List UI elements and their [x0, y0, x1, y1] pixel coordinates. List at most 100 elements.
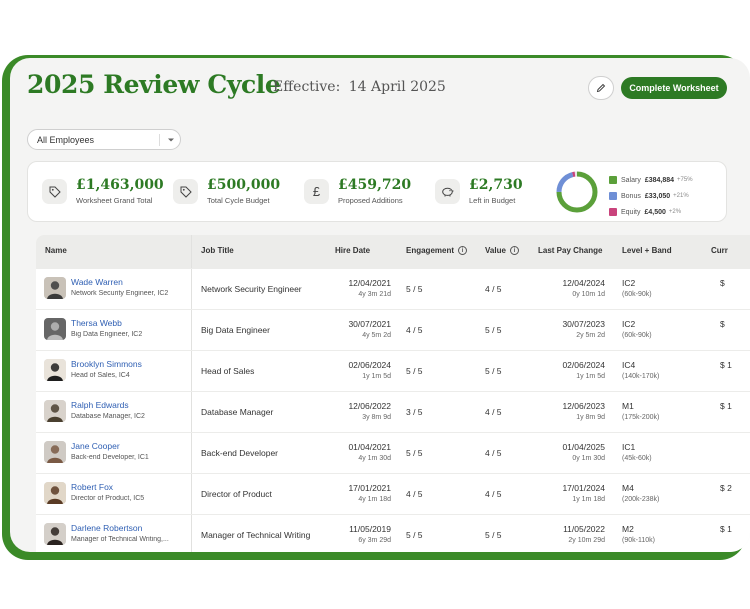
- piggy-bank-icon: [435, 179, 460, 204]
- stat-value: £459,720: [338, 177, 412, 193]
- employee-role: Manager of Technical Writing,...: [71, 536, 169, 543]
- last-pay-change-ago: 1y 8m 9d: [576, 414, 605, 421]
- last-pay-change-ago: 0y 10m 1d: [572, 291, 605, 298]
- stat-proposed-additions: £ £459,720 Proposed Additions: [304, 177, 411, 205]
- employee-name-link[interactable]: Darlene Robertson: [71, 523, 142, 533]
- hire-date: 17/01/2021: [348, 483, 391, 493]
- avatar: [44, 523, 66, 545]
- value-score: 4 / 5: [485, 489, 502, 499]
- pound-icon: £: [304, 179, 329, 204]
- avatar: [44, 482, 66, 504]
- hire-tenure: 3y 8m 9d: [362, 414, 391, 421]
- column-header-label: Engagement: [406, 246, 455, 255]
- legend-amount: £384,884: [644, 176, 675, 184]
- column-header-label: Value: [485, 246, 506, 255]
- complete-worksheet-button[interactable]: Complete Worksheet: [621, 77, 727, 99]
- employee-filter-select[interactable]: All Employees: [27, 129, 181, 150]
- hire-tenure: 4y 5m 2d: [362, 332, 391, 339]
- table-row[interactable]: Ralph Edwards Database Manager, IC2 Databa…: [36, 391, 750, 432]
- level: M1: [622, 401, 634, 411]
- level: IC1: [622, 442, 636, 452]
- value-score: 4 / 5: [485, 284, 502, 294]
- level: M4: [622, 483, 634, 493]
- legend-item-bonus: Bonus £33,050 +21%: [609, 188, 693, 204]
- column-header-engagement[interactable]: Engagement i: [406, 246, 468, 255]
- pay-band: (175k-200k): [622, 414, 660, 421]
- table-row[interactable]: Darlene Robertson Manager of Technical Wr…: [36, 514, 750, 552]
- page-title: 2025 Review Cycle: [27, 70, 281, 99]
- column-header-level-band[interactable]: Level + Band: [622, 246, 672, 255]
- stat-value: £2,730: [469, 177, 523, 193]
- table-row[interactable]: Wade Warren Network Security Engineer, IC…: [36, 268, 750, 309]
- column-header-current[interactable]: Curr: [711, 246, 728, 255]
- avatar: [44, 359, 66, 381]
- engagement-score: 5 / 5: [406, 448, 423, 458]
- column-header-job-title[interactable]: Job Title: [201, 246, 234, 255]
- last-pay-change-date: 11/05/2022: [563, 524, 605, 534]
- employee-name-link[interactable]: Jane Cooper: [71, 441, 120, 451]
- info-icon[interactable]: i: [458, 246, 468, 255]
- pay-band: (60k-90k): [622, 291, 652, 298]
- last-pay-change-ago: 1y 1m 5d: [576, 373, 605, 380]
- value-score: 5 / 5: [485, 325, 502, 335]
- column-header-hire-date[interactable]: Hire Date: [335, 246, 370, 255]
- table-row[interactable]: Robert Fox Director of Product, IC5 Direct…: [36, 473, 750, 514]
- last-pay-change-ago: 1y 1m 18d: [572, 496, 605, 503]
- avatar: [44, 318, 66, 340]
- last-pay-change-ago: 2y 10m 29d: [568, 537, 605, 544]
- job-title: Head of Sales: [201, 366, 255, 376]
- table-row[interactable]: Brooklyn Simmons Head of Sales, IC4 Head o…: [36, 350, 750, 391]
- value-score: 5 / 5: [485, 366, 502, 376]
- hire-date: 12/06/2022: [348, 401, 391, 411]
- last-pay-change-date: 01/04/2025: [562, 442, 605, 452]
- engagement-score: 4 / 5: [406, 489, 423, 499]
- effective-date: Effective: 14 April 2025: [273, 79, 446, 95]
- hire-tenure: 4y 1m 18d: [358, 496, 391, 503]
- column-header-value[interactable]: Value i: [485, 246, 519, 255]
- hire-date: 11/05/2019: [349, 524, 391, 534]
- hire-tenure: 4y 1m 30d: [358, 455, 391, 462]
- level: IC2: [622, 319, 636, 329]
- last-pay-change-date: 30/07/2023: [562, 319, 605, 329]
- stat-value: £500,000: [207, 177, 281, 193]
- info-icon[interactable]: i: [509, 246, 519, 255]
- employee-role: Network Security Engineer, IC2: [71, 290, 169, 297]
- edit-button[interactable]: [588, 76, 614, 100]
- level: IC2: [622, 278, 636, 288]
- effective-date-value: 14 April 2025: [348, 79, 446, 95]
- hire-tenure: 1y 1m 5d: [362, 373, 391, 380]
- avatar: [44, 400, 66, 422]
- job-title: Director of Product: [201, 489, 272, 499]
- employee-name-link[interactable]: Ralph Edwards: [71, 400, 129, 410]
- pay-band: (140k-170k): [622, 373, 660, 380]
- engagement-score: 5 / 5: [406, 366, 423, 376]
- engagement-score: 3 / 5: [406, 407, 423, 417]
- value-score: 4 / 5: [485, 407, 502, 417]
- stat-label: Total Cycle Budget: [207, 196, 270, 205]
- avatar: [44, 277, 66, 299]
- engagement-score: 4 / 5: [406, 325, 423, 335]
- pencil-icon: [596, 83, 606, 93]
- last-pay-change-date: 02/06/2024: [562, 360, 605, 370]
- job-title: Network Security Engineer: [201, 284, 302, 294]
- table-row[interactable]: Thersa Webb Big Data Engineer, IC2 Big Dat…: [36, 309, 750, 350]
- engagement-score: 5 / 5: [406, 284, 423, 294]
- employee-name-link[interactable]: Robert Fox: [71, 482, 113, 492]
- pay-band: (60k-90k): [622, 332, 652, 339]
- legend-swatch: [609, 192, 617, 200]
- table-row[interactable]: Jane Cooper Back-end Developer, IC1 Back-e…: [36, 432, 750, 473]
- hire-date: 12/04/2021: [348, 278, 391, 288]
- employee-name-link[interactable]: Thersa Webb: [71, 318, 122, 328]
- current-salary: $: [720, 319, 725, 329]
- last-pay-change-date: 12/06/2023: [562, 401, 605, 411]
- employee-name-link[interactable]: Wade Warren: [71, 277, 123, 287]
- column-header-last-pay-change[interactable]: Last Pay Change: [538, 246, 602, 255]
- hire-date: 02/06/2024: [348, 360, 391, 370]
- column-header-name[interactable]: Name: [45, 246, 67, 255]
- avatar: [44, 441, 66, 463]
- pay-band: (200k-238k): [622, 496, 660, 503]
- hire-date: 01/04/2021: [348, 442, 391, 452]
- last-pay-change-date: 12/04/2024: [562, 278, 605, 288]
- stat-label: Left in Budget: [469, 196, 516, 205]
- employee-name-link[interactable]: Brooklyn Simmons: [71, 359, 142, 369]
